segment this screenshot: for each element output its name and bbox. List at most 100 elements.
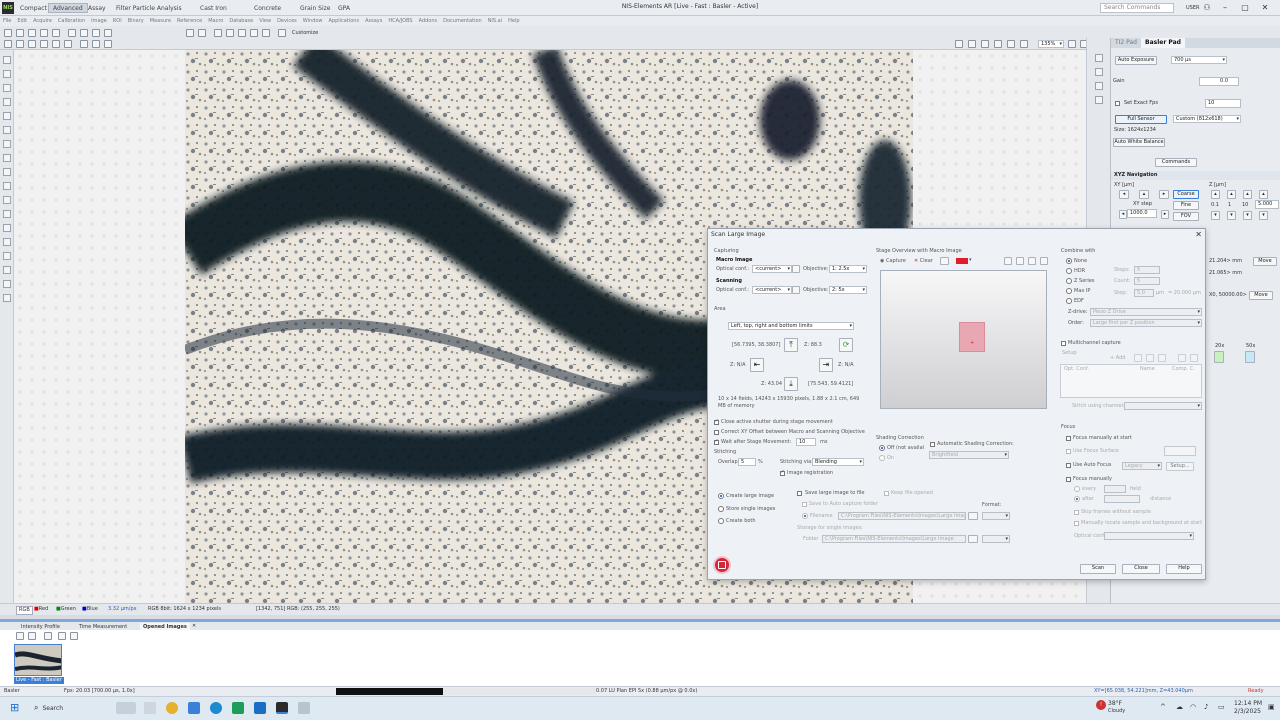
fluorescence-icon[interactable] [262,29,270,37]
layout-icon[interactable] [186,29,194,37]
fill-icon[interactable] [3,294,11,302]
after-radio[interactable] [1074,496,1080,502]
skip-frames-checkbox[interactable] [1074,510,1079,515]
user-icon[interactable]: ⚇ [1200,2,1214,14]
steps-input[interactable]: 5 [1134,266,1160,274]
pointer-icon[interactable] [3,56,11,64]
volume-icon[interactable]: ♪ [1204,704,1208,711]
customize-button[interactable]: Customize [292,30,318,37]
menu-measure[interactable]: Measure [147,16,174,26]
zdrive-select[interactable]: Piezo Z Drive [1090,308,1202,316]
set-bottom-limit-icon[interactable]: ⤓ [784,377,798,391]
profile-icon[interactable] [3,196,11,204]
fps-input[interactable]: 10 [1205,99,1241,108]
annotation-tool-icon[interactable] [64,40,72,48]
filename-input[interactable]: C:\Program Files\NIS-Elements\Images\Lar… [838,512,966,520]
settings-app-icon[interactable] [188,702,200,714]
measure-tool-icon[interactable] [40,40,48,48]
windows-start-icon[interactable]: ⊞ [10,702,19,714]
chrome-icon[interactable] [166,702,178,714]
image-registration-checkbox[interactable] [780,469,785,476]
live-image-thumbnail[interactable] [14,644,62,676]
tray-chevron-icon[interactable]: ^ [1160,704,1166,711]
menu-roi[interactable]: ROI [110,16,125,26]
print-icon[interactable] [28,29,36,37]
stage-icon[interactable] [238,29,246,37]
battery-icon[interactable]: ▭ [1218,704,1225,711]
correct-xy-checkbox[interactable] [714,430,719,435]
auto-white-balance-button[interactable]: Auto White Balance [1113,138,1165,147]
create-large-radio[interactable] [718,493,724,499]
xy-up-icon[interactable]: ▴ [1139,190,1149,199]
weather-alert-icon[interactable]: ! [1096,700,1106,710]
menu-edit[interactable]: Edit [14,16,30,26]
every-input[interactable] [1104,485,1126,493]
focus-surface-checkbox[interactable] [1066,449,1071,454]
scalebar-icon[interactable] [3,182,11,190]
count-input[interactable]: 5 [1134,277,1160,285]
channel-blue-tab[interactable]: ■Blue [82,606,98,613]
set-exact-fps-checkbox[interactable] [1115,101,1120,106]
tab-advanced[interactable]: Advanced [48,3,88,13]
network-icon[interactable]: ◠ [1190,704,1196,711]
zoom-out-icon[interactable] [1020,40,1028,48]
order-select[interactable]: Large first per Z position [1090,319,1202,327]
tab-ti2-pad[interactable]: TI2 Pad [1111,38,1141,48]
move-button-2[interactable]: Move [1249,291,1273,300]
move-up-icon[interactable] [1146,354,1154,362]
keep-opened-checkbox[interactable] [884,491,889,496]
menu-devices[interactable]: Devices [274,16,300,26]
open-icon[interactable] [4,29,12,37]
combine-none-radio[interactable] [1066,258,1072,264]
z-up-coarse-icon[interactable]: ▴ [1211,190,1220,199]
line-icon[interactable] [3,140,11,148]
actual-size-icon[interactable] [1007,40,1015,48]
z-up-extra-icon[interactable]: ▴ [1259,190,1268,199]
tab-cast-iron[interactable]: Cast Iron [196,3,231,13]
shading-on-radio[interactable] [879,455,885,461]
menu-documentation[interactable]: Documentation [440,16,485,26]
outlook-icon[interactable] [254,702,266,714]
area-icon[interactable] [3,238,11,246]
tray-cloud-icon[interactable]: ☁ [1176,704,1183,711]
xy-right-up-icon[interactable]: ▸ [1159,190,1169,199]
manual-sample-checkbox[interactable] [1074,521,1079,526]
overlap-input[interactable]: 5 [738,458,756,466]
focus-start-checkbox[interactable] [1066,436,1071,441]
save-large-checkbox[interactable] [797,491,802,496]
dialog-close-icon[interactable]: ✕ [1195,230,1202,239]
z-step-1[interactable]: 1 [1228,202,1231,209]
objective-50x-icon[interactable] [1245,351,1255,363]
auto-focus-mode-select[interactable]: Legacy [1122,462,1162,470]
brightfield-icon[interactable] [250,29,258,37]
menu-addons[interactable]: Addons [416,16,441,26]
area-mode-select[interactable]: Left, top, right and bottom limits [728,322,854,330]
command-search-input[interactable]: Search Commands [1100,3,1174,13]
menu-macro[interactable]: Macro [205,16,226,26]
close-button[interactable]: Close [1122,564,1160,574]
panel-toggle-icon[interactable] [1068,40,1076,48]
custom-roi-select[interactable]: Custom (812x618) [1173,115,1241,123]
single-format-select[interactable] [982,535,1010,543]
xy-left-up-icon[interactable]: ◂ [1119,190,1129,199]
pan-tool-icon[interactable] [28,40,36,48]
menu-window[interactable]: Window [300,16,326,26]
settings-icon[interactable] [278,29,286,37]
auto-focus-setup-button[interactable]: Setup... [1166,462,1194,471]
scan-button[interactable]: Scan [1080,564,1116,574]
z-down-medium-icon[interactable]: ▾ [1227,211,1236,220]
thumb-compare-icon[interactable] [58,632,66,640]
arrow-icon[interactable] [3,168,11,176]
save-icon[interactable] [16,29,24,37]
refresh-limits-icon[interactable]: ⟳ [839,338,853,352]
menu-view[interactable]: View [256,16,274,26]
minimize-icon[interactable]: – [1218,2,1232,14]
tab-grain-size[interactable]: Grain Size [296,3,335,13]
xy-step-input[interactable]: 1000.0 [1127,209,1157,218]
set-right-limit-icon[interactable]: ⇥ [819,358,833,372]
edit-overview-icon[interactable] [940,257,949,265]
ellipse-icon[interactable] [3,112,11,120]
scan-area-region[interactable] [959,322,985,352]
commands-button[interactable]: Commands [1155,158,1197,167]
overview-grid-icon[interactable] [1004,257,1012,265]
